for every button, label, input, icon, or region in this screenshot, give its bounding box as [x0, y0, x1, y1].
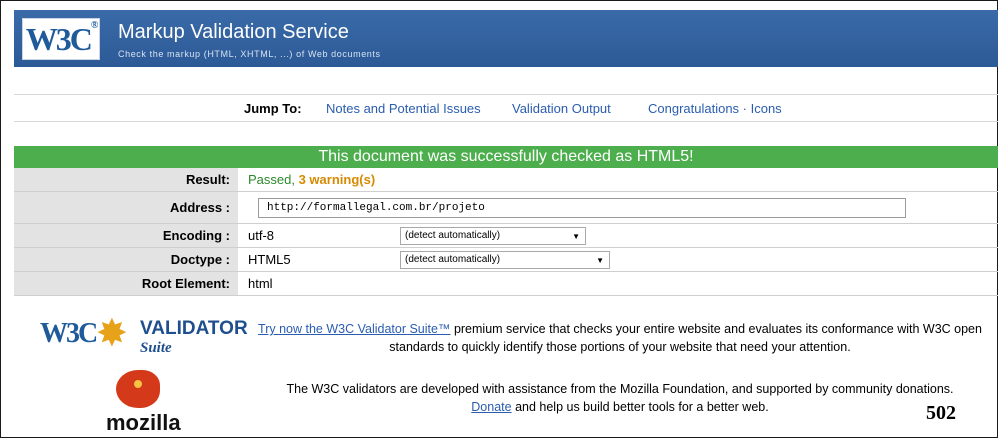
- result-row: Result: Passed, 3 warning(s): [14, 168, 998, 192]
- doctype-select-value: (detect automatically): [405, 254, 501, 265]
- doctype-row: Doctype : HTML5 (detect automatically) ▼: [14, 248, 998, 272]
- star-icon: ✸: [96, 313, 128, 355]
- mozilla-promo: The W3C validators are developed with as…: [256, 380, 984, 416]
- mozilla-wordmark: mozilla: [106, 410, 181, 435]
- encoding-select[interactable]: (detect automatically) ▼: [400, 227, 586, 245]
- donate-text: and help us build better tools for a bet…: [511, 400, 769, 414]
- address-row: Address : http://formallegal.com.br/proj…: [14, 192, 998, 224]
- jump-link-congratulations-icons[interactable]: Congratulations · Icons: [648, 101, 782, 116]
- validator-suite-text: premium service that checks your entire …: [389, 322, 982, 354]
- w3c-logo[interactable]: W3C®: [22, 18, 100, 60]
- root-element-label: Root Element:: [14, 272, 238, 295]
- chevron-down-icon: ▼: [572, 232, 580, 241]
- root-element-value: html: [248, 276, 273, 291]
- jump-label: Jump To:: [244, 101, 302, 116]
- validator-logo-w3c: W3C: [40, 318, 98, 349]
- page-subtitle: Check the markup (HTML, XHTML, ...) of W…: [118, 49, 381, 59]
- page-number: 502: [926, 402, 956, 424]
- validator-suite-promo: Try now the W3C Validator Suite™ premium…: [256, 320, 984, 356]
- encoding-label: Encoding :: [14, 224, 238, 247]
- w3c-logo-text: W3C: [25, 21, 93, 57]
- result-label: Result:: [14, 168, 238, 191]
- success-banner: This document was successfully checked a…: [14, 146, 998, 168]
- mozilla-logo[interactable]: mozilla: [90, 370, 200, 436]
- encoding-row: Encoding : utf-8 (detect automatically) ▼: [14, 224, 998, 248]
- address-label: Address :: [14, 192, 238, 223]
- doctype-select[interactable]: (detect automatically) ▼: [400, 251, 610, 269]
- encoding-select-value: (detect automatically): [405, 230, 501, 241]
- mozilla-dinosaur-icon: [116, 370, 160, 408]
- root-element-row: Root Element: html: [14, 272, 998, 296]
- warnings-link[interactable]: 3 warning(s): [299, 172, 376, 187]
- mozilla-text: The W3C validators are developed with as…: [286, 382, 954, 396]
- encoding-value: utf-8: [248, 228, 275, 243]
- result-value: Passed, 3 warning(s): [248, 168, 375, 192]
- doctype-value: HTML5: [248, 252, 291, 267]
- validator-logo-text: VALIDATOR: [140, 318, 248, 339]
- header-banner: W3C® Markup Validation Service Check the…: [14, 10, 998, 67]
- mozilla-eye-icon: [134, 380, 142, 388]
- doctype-label: Doctype :: [14, 248, 238, 271]
- validator-suite-logo[interactable]: W3C ✸ VALIDATOR Suite: [36, 313, 248, 364]
- chevron-down-icon: ▼: [596, 256, 604, 265]
- donate-link[interactable]: Donate: [471, 400, 511, 414]
- validator-logo-suite: Suite: [140, 340, 172, 356]
- address-input[interactable]: http://formallegal.com.br/projeto: [258, 198, 906, 218]
- page-title: Markup Validation Service: [118, 21, 349, 43]
- jump-link-notes[interactable]: Notes and Potential Issues: [326, 101, 481, 116]
- result-table: Result: Passed, 3 warning(s) Address : h…: [14, 168, 998, 296]
- passed-text: Passed,: [248, 172, 299, 187]
- validator-suite-link[interactable]: Try now the W3C Validator Suite™: [258, 322, 450, 336]
- jump-link-validation-output[interactable]: Validation Output: [512, 101, 611, 116]
- jump-bar: Jump To: Notes and Potential Issues Vali…: [14, 94, 998, 122]
